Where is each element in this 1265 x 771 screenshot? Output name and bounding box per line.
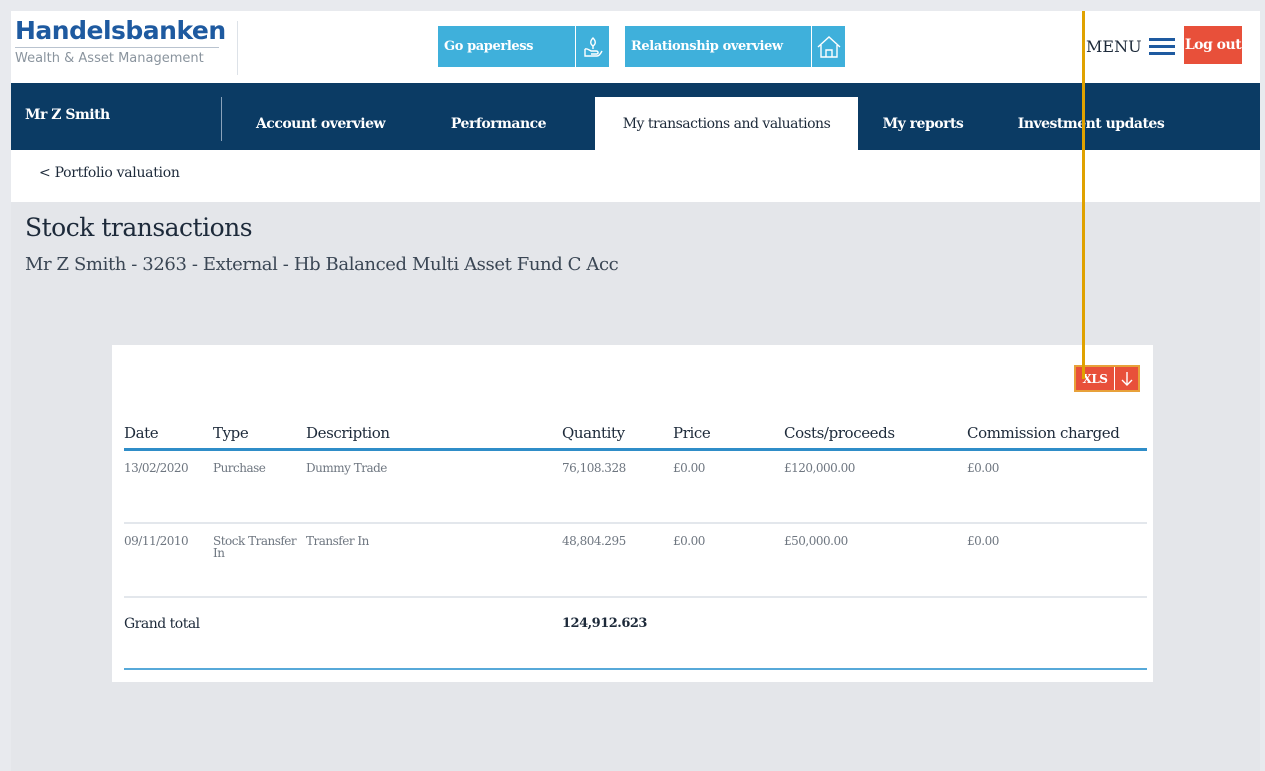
relationship-overview-button[interactable]: Relationship overview bbox=[625, 26, 845, 67]
column-header-type[interactable]: Type bbox=[213, 419, 306, 451]
grand-total-empty bbox=[967, 597, 1147, 670]
table-row: 13/02/2020 Purchase Dummy Trade 76,108.3… bbox=[124, 449, 1147, 524]
main-nav: Mr Z Smith Account overview Performance … bbox=[11, 83, 1260, 150]
tab-my-transactions-and-valuations[interactable]: My transactions and valuations bbox=[595, 97, 858, 150]
grand-total-quantity: 124,912.623 bbox=[562, 597, 673, 670]
page-title: Stock transactions bbox=[25, 213, 253, 242]
brand-subtitle: Wealth & Asset Management bbox=[15, 51, 204, 66]
logout-button[interactable]: Log out bbox=[1184, 26, 1242, 64]
cell-type: Stock Transfer In bbox=[213, 523, 306, 598]
column-header-costs-proceeds[interactable]: Costs/proceeds bbox=[784, 419, 967, 451]
header: Handelsbanken Wealth & Asset Management … bbox=[11, 11, 1260, 83]
grand-total-empty bbox=[673, 597, 784, 670]
cell-costs-proceeds: £50,000.00 bbox=[784, 523, 967, 598]
tab-account-overview[interactable]: Account overview bbox=[233, 97, 408, 150]
brand-logo[interactable]: Handelsbanken Wealth & Asset Management bbox=[15, 17, 226, 67]
nav-separator bbox=[221, 97, 222, 141]
cell-quantity: 48,804.295 bbox=[562, 523, 673, 598]
column-header-date[interactable]: Date bbox=[124, 419, 213, 451]
brand-name: Handelsbanken bbox=[15, 16, 226, 45]
cell-date: 09/11/2010 bbox=[124, 523, 213, 598]
sub-nav: < Portfolio valuation bbox=[11, 150, 1260, 202]
grand-total-row: Grand total 124,912.623 bbox=[124, 597, 1147, 670]
tab-performance[interactable]: Performance bbox=[421, 97, 576, 150]
menu-button[interactable]: MENU bbox=[1086, 33, 1175, 59]
grand-total-empty bbox=[784, 597, 967, 670]
page-frame: Handelsbanken Wealth & Asset Management … bbox=[11, 11, 1260, 771]
hand-leaf-icon bbox=[575, 26, 609, 67]
column-header-commission-charged[interactable]: Commission charged bbox=[967, 419, 1147, 451]
relationship-overview-label: Relationship overview bbox=[631, 39, 783, 54]
transactions-table: Date Type Description Quantity Price Cos… bbox=[124, 419, 1147, 670]
cell-price: £0.00 bbox=[673, 523, 784, 598]
nav-user-name[interactable]: Mr Z Smith bbox=[25, 107, 110, 123]
cell-price: £0.00 bbox=[673, 449, 784, 524]
header-divider bbox=[237, 21, 238, 75]
page-subtitle: Mr Z Smith - 3263 - External - Hb Balanc… bbox=[25, 254, 619, 275]
callout-pointer-line bbox=[1082, 11, 1085, 379]
column-header-description[interactable]: Description bbox=[306, 419, 562, 451]
download-arrow-icon bbox=[1114, 367, 1138, 390]
go-paperless-label: Go paperless bbox=[444, 39, 534, 54]
cell-description: Transfer In bbox=[306, 523, 562, 598]
logo-rule bbox=[15, 47, 219, 48]
cell-quantity: 76,108.328 bbox=[562, 449, 673, 524]
transactions-card: XLS Date Type Description Quantity Price… bbox=[112, 345, 1153, 682]
table-row: 09/11/2010 Stock Transfer In Transfer In… bbox=[124, 523, 1147, 598]
menu-label: MENU bbox=[1086, 36, 1142, 56]
cell-costs-proceeds: £120,000.00 bbox=[784, 449, 967, 524]
go-paperless-button[interactable]: Go paperless bbox=[438, 26, 609, 67]
hamburger-icon bbox=[1148, 37, 1175, 55]
back-to-portfolio-valuation-link[interactable]: < Portfolio valuation bbox=[39, 165, 180, 181]
cell-commission: £0.00 bbox=[967, 523, 1147, 598]
cell-description: Dummy Trade bbox=[306, 449, 562, 524]
column-header-price[interactable]: Price bbox=[673, 419, 784, 451]
tab-my-reports[interactable]: My reports bbox=[868, 97, 978, 150]
tab-investment-updates[interactable]: Investment updates bbox=[991, 97, 1191, 150]
cell-commission: £0.00 bbox=[967, 449, 1147, 524]
house-icon bbox=[811, 26, 845, 67]
grand-total-label: Grand total bbox=[124, 597, 562, 670]
cell-type: Purchase bbox=[213, 449, 306, 524]
table-header-row: Date Type Description Quantity Price Cos… bbox=[124, 419, 1147, 451]
cell-date: 13/02/2020 bbox=[124, 449, 213, 524]
column-header-quantity[interactable]: Quantity bbox=[562, 419, 673, 451]
